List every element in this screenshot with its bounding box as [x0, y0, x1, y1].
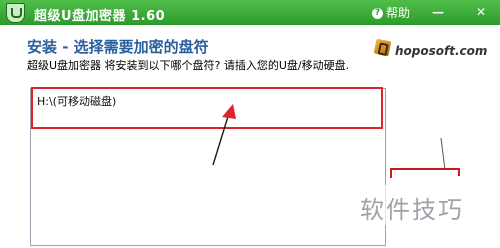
annotation-tick: [458, 168, 460, 176]
watermark-text: 软件技巧: [360, 196, 464, 224]
annotation-tick: [390, 168, 392, 178]
annotation-line: [390, 168, 460, 170]
